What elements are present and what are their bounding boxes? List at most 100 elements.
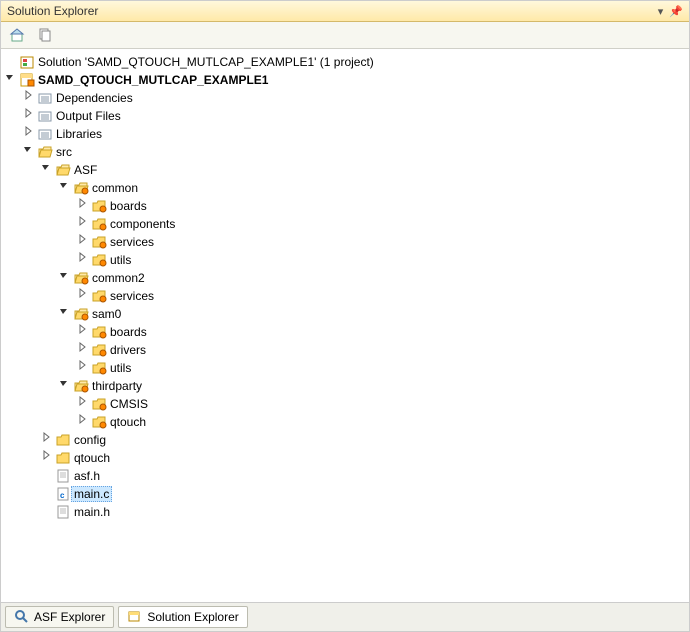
- file-c-icon: c: [55, 486, 71, 502]
- collapse-icon[interactable]: [41, 163, 55, 177]
- tree-node-label: Solution 'SAMD_QTOUCH_MUTLCAP_EXAMPLE1' …: [38, 55, 374, 69]
- tree-node[interactable]: drivers: [1, 341, 689, 359]
- tree-node[interactable]: Output Files: [1, 107, 689, 125]
- tree-node[interactable]: services: [1, 287, 689, 305]
- folder-icon: [55, 432, 71, 448]
- tree-node-label: boards: [110, 199, 147, 213]
- collapse-icon[interactable]: [23, 145, 37, 159]
- collapse-icon[interactable]: [59, 379, 73, 393]
- solution-icon: [19, 54, 35, 70]
- home-button[interactable]: [5, 25, 29, 45]
- folder-open-badge-icon: [73, 270, 89, 286]
- tree-node[interactable]: sam0: [1, 305, 689, 323]
- expand-icon[interactable]: [77, 289, 91, 303]
- tree-node[interactable]: config: [1, 431, 689, 449]
- folder-open-icon: [37, 144, 53, 160]
- ref-icon: [37, 90, 53, 106]
- tree-node[interactable]: cmain.c: [1, 485, 689, 503]
- tab-asf-explorer[interactable]: ASF Explorer: [5, 606, 114, 628]
- titlebar: Solution Explorer ▾ 📌: [1, 1, 689, 22]
- home-icon: [9, 27, 25, 43]
- tree-node[interactable]: common: [1, 179, 689, 197]
- tree-node-label: asf.h: [74, 469, 100, 483]
- tree-node[interactable]: CMSIS: [1, 395, 689, 413]
- expand-icon[interactable]: [77, 397, 91, 411]
- tree-node-label: thirdparty: [92, 379, 142, 393]
- tree-node[interactable]: main.h: [1, 503, 689, 521]
- folder-badge-icon: [91, 198, 107, 214]
- tree-node[interactable]: ASF: [1, 161, 689, 179]
- expand-icon[interactable]: [41, 451, 55, 465]
- tree-node[interactable]: Solution 'SAMD_QTOUCH_MUTLCAP_EXAMPLE1' …: [1, 53, 689, 71]
- show-all-files-button[interactable]: [33, 25, 57, 45]
- expand-icon[interactable]: [77, 253, 91, 267]
- tab-solution-explorer[interactable]: Solution Explorer: [118, 606, 247, 628]
- tree-node-label: utils: [110, 253, 131, 267]
- tree-node-label: config: [74, 433, 106, 447]
- tree-node[interactable]: components: [1, 215, 689, 233]
- panel-title: Solution Explorer: [7, 4, 98, 18]
- tree-node[interactable]: thirdparty: [1, 377, 689, 395]
- tree-node[interactable]: Dependencies: [1, 89, 689, 107]
- expand-icon[interactable]: [77, 217, 91, 231]
- tree-node[interactable]: boards: [1, 197, 689, 215]
- tree-node-label: Libraries: [56, 127, 102, 141]
- tree-node-label: qtouch: [74, 451, 110, 465]
- collapse-icon[interactable]: [59, 271, 73, 285]
- tree-node[interactable]: utils: [1, 251, 689, 269]
- tree-node-label: main.h: [74, 505, 110, 519]
- toolbar: [1, 22, 689, 49]
- folder-badge-icon: [91, 396, 107, 412]
- expand-icon[interactable]: [23, 109, 37, 123]
- files-icon: [37, 27, 53, 43]
- expand-icon[interactable]: [77, 235, 91, 249]
- titlebar-controls: ▾ 📌: [658, 5, 683, 18]
- expand-icon[interactable]: [77, 199, 91, 213]
- pin-icon[interactable]: 📌: [669, 5, 683, 18]
- expand-icon[interactable]: [77, 325, 91, 339]
- dropdown-icon[interactable]: ▾: [658, 5, 664, 18]
- folder-badge-icon: [91, 342, 107, 358]
- tab-label: Solution Explorer: [147, 610, 238, 624]
- search-icon: [14, 609, 30, 625]
- folder-badge-icon: [91, 216, 107, 232]
- tree-node-label: Output Files: [56, 109, 121, 123]
- folder-badge-icon: [91, 234, 107, 250]
- folder-icon: [55, 450, 71, 466]
- project-icon: [19, 72, 35, 88]
- tree-node[interactable]: Libraries: [1, 125, 689, 143]
- collapse-icon[interactable]: [59, 307, 73, 321]
- tree-node-label: utils: [110, 361, 131, 375]
- collapse-icon[interactable]: [59, 181, 73, 195]
- solution-tree[interactable]: Solution 'SAMD_QTOUCH_MUTLCAP_EXAMPLE1' …: [1, 49, 689, 602]
- bottom-tabs: ASF Explorer Solution Explorer: [1, 602, 689, 631]
- tab-label: ASF Explorer: [34, 610, 105, 624]
- solution-icon: [127, 609, 143, 625]
- tree-node[interactable]: utils: [1, 359, 689, 377]
- tree-node-label: services: [110, 235, 154, 249]
- tree-node[interactable]: SAMD_QTOUCH_MUTLCAP_EXAMPLE1: [1, 71, 689, 89]
- folder-open-badge-icon: [73, 180, 89, 196]
- tree-node-label: CMSIS: [110, 397, 148, 411]
- expand-icon[interactable]: [23, 127, 37, 141]
- tree-node-label: Dependencies: [56, 91, 133, 105]
- tree-node[interactable]: qtouch: [1, 449, 689, 467]
- expand-icon[interactable]: [77, 415, 91, 429]
- expand-icon[interactable]: [23, 91, 37, 105]
- tree-node[interactable]: asf.h: [1, 467, 689, 485]
- tree-node[interactable]: qtouch: [1, 413, 689, 431]
- folder-open-icon: [55, 162, 71, 178]
- ref-icon: [37, 108, 53, 124]
- collapse-icon[interactable]: [5, 73, 19, 87]
- expand-icon[interactable]: [77, 343, 91, 357]
- file-h-icon: [55, 468, 71, 484]
- expand-icon[interactable]: [77, 361, 91, 375]
- tree-node[interactable]: services: [1, 233, 689, 251]
- tree-node[interactable]: boards: [1, 323, 689, 341]
- expand-icon[interactable]: [41, 433, 55, 447]
- file-h-icon: [55, 504, 71, 520]
- ref-icon: [37, 126, 53, 142]
- folder-badge-icon: [91, 288, 107, 304]
- tree-node[interactable]: common2: [1, 269, 689, 287]
- tree-node[interactable]: src: [1, 143, 689, 161]
